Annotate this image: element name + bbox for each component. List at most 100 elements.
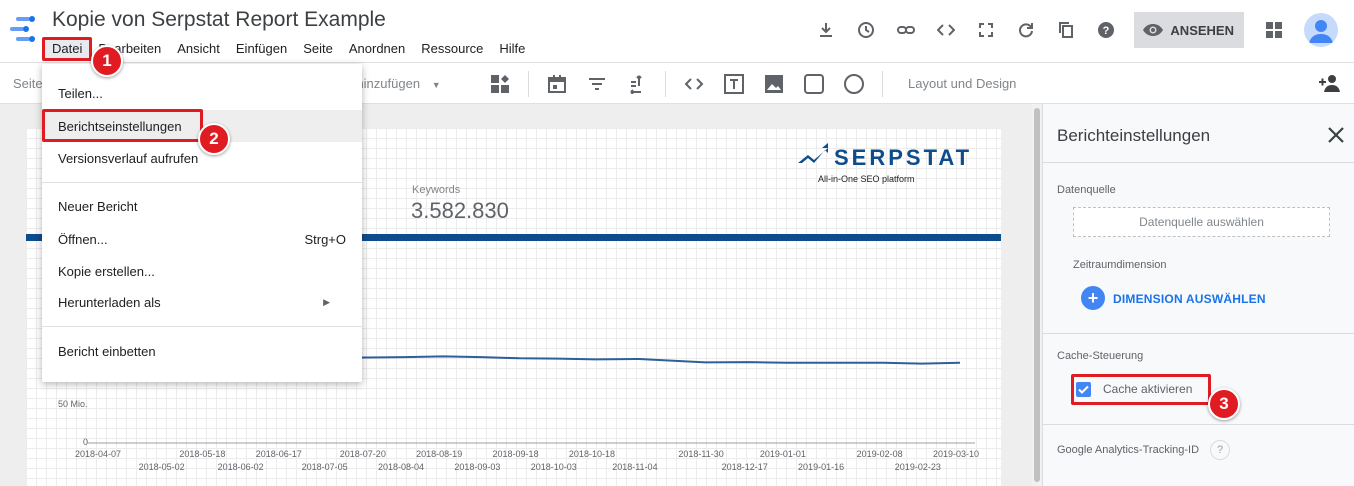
toolbar-divider [665, 71, 666, 97]
y-tick-label: 50 Mio. [58, 399, 88, 409]
keywords-label: Keywords [412, 184, 461, 196]
filter-control-icon[interactable] [577, 69, 617, 99]
x-tick-label: 2018-05-02 [138, 462, 185, 472]
x-tick-label: 2018-11-04 [612, 462, 658, 472]
menu-einfuegen[interactable]: Einfügen [228, 38, 295, 59]
layout-and-design-button[interactable]: Layout und Design [908, 76, 1016, 91]
panel-title: Berichteinstellungen [1057, 126, 1211, 145]
toolbar-divider [528, 71, 529, 97]
menu-ansicht[interactable]: Ansicht [169, 38, 228, 59]
x-tick-label: 2018-08-19 [416, 449, 463, 459]
dropdown-arrow-icon: ▼ [431, 80, 441, 90]
x-tick-label: 2018-07-05 [301, 462, 348, 472]
menu-item-bericht-einbetten[interactable]: Bericht einbetten [42, 335, 362, 367]
x-tick-label: 2018-08-04 [377, 462, 425, 472]
menu-item-teilen[interactable]: Teilen... [42, 77, 362, 109]
select-dimension-button[interactable]: DIMENSION AUSWÄHLEN [1113, 292, 1266, 306]
annotation-badge-2: 2 [198, 123, 230, 155]
menu-item-label: Teilen... [58, 85, 103, 101]
x-tick-label: 2019-01-01 [759, 449, 806, 459]
menu-item-label: Kopie erstellen... [58, 263, 155, 279]
menu-item-label: Öffnen... [58, 231, 108, 247]
menu-ressource[interactable]: Ressource [413, 38, 491, 59]
x-tick-label: 2019-03-10 [933, 449, 980, 459]
annotation-highlight-berichtseinstellungen [42, 109, 203, 142]
menu-item-neuer-bericht[interactable]: Neuer Bericht [42, 190, 362, 222]
menu-hilfe[interactable]: Hilfe [491, 38, 533, 59]
brand-tagline: All-in-One SEO platform [818, 174, 915, 184]
panel-divider [1042, 333, 1354, 334]
x-tick-label: 2019-02-08 [856, 449, 903, 459]
menu-item-shortcut: Strg+O [304, 231, 346, 247]
close-icon[interactable] [1325, 124, 1347, 146]
menu-item-herunterladen[interactable]: Herunterladen als ▶ [42, 286, 362, 318]
add-person-icon[interactable] [1318, 73, 1342, 98]
link-icon[interactable] [886, 12, 926, 48]
x-tick-label: 2018-11-30 [678, 449, 724, 459]
menu-item-oeffnen[interactable]: Öffnen... Strg+O [42, 223, 362, 255]
menu-divider [42, 182, 362, 183]
datasource-select-button[interactable]: Datenquelle auswählen [1073, 207, 1330, 237]
datasource-label: Datenquelle [1057, 184, 1116, 196]
menu-item-label: Herunterladen als [58, 294, 161, 310]
annotation-badge-3: 3 [1208, 388, 1240, 420]
url-embed-icon[interactable] [674, 69, 714, 99]
account-avatar[interactable] [1304, 13, 1338, 47]
view-button[interactable]: ANSEHEN [1134, 12, 1244, 48]
fullscreen-icon[interactable] [966, 12, 1006, 48]
history-icon[interactable] [846, 12, 886, 48]
download-icon[interactable] [806, 12, 846, 48]
text-box-icon[interactable] [714, 69, 754, 99]
header-actions: ? ANSEHEN [806, 12, 1338, 48]
canvas-scrollbar[interactable] [1032, 104, 1042, 486]
x-tick-label: 2018-09-03 [454, 462, 501, 472]
refresh-icon[interactable] [1006, 12, 1046, 48]
page-selector[interactable]: Seite [13, 76, 43, 91]
svg-text:?: ? [1103, 25, 1110, 37]
annotation-highlight-datei [42, 37, 92, 61]
menu-item-label: Bericht einbetten [58, 343, 156, 359]
toolbar-divider [882, 71, 883, 97]
app-header: Kopie von Serpstat Report Example Datei … [0, 0, 1354, 62]
eye-icon [1143, 24, 1164, 36]
menu-anordnen[interactable]: Anordnen [341, 38, 413, 59]
x-tick-label: 2018-05-18 [179, 449, 226, 459]
panel-divider [1042, 424, 1354, 425]
x-tick-label: 2019-02-23 [894, 462, 941, 472]
x-tick-label: 2019-01-16 [798, 462, 845, 472]
annotation-badge-1: 1 [91, 45, 123, 77]
circle-icon[interactable] [834, 69, 874, 99]
help-icon[interactable]: ? [1086, 12, 1126, 48]
menu-item-label: Versionsverlauf aufrufen [58, 150, 199, 166]
annotation-highlight-cache [1071, 374, 1211, 405]
image-icon[interactable] [754, 69, 794, 99]
menu-seite[interactable]: Seite [295, 38, 341, 59]
help-circle-icon[interactable]: ? [1210, 440, 1230, 460]
data-control-icon[interactable] [617, 69, 657, 99]
keywords-value: 3.582.830 [411, 198, 509, 223]
report-title[interactable]: Kopie von Serpstat Report Example [52, 8, 386, 32]
date-range-icon[interactable] [537, 69, 577, 99]
brand-name: SERPSTAT [834, 145, 972, 170]
toolbar-icons [480, 69, 891, 99]
y-tick-label: 0 [83, 437, 89, 447]
date-dimension-label: Zeitraumdimension [1073, 259, 1167, 271]
data-studio-logo-icon [10, 16, 35, 42]
panel-divider [1042, 162, 1354, 163]
menu-item-kopie-erstellen[interactable]: Kopie erstellen... [42, 255, 362, 287]
scrollbar-thumb[interactable] [1034, 108, 1040, 482]
ga-tracking-label: Google Analytics-Tracking-ID [1057, 444, 1200, 456]
x-tick-label: 2018-06-02 [217, 462, 264, 472]
x-tick-label: 2018-07-20 [339, 449, 386, 459]
submenu-arrow-icon: ▶ [323, 296, 330, 307]
apps-grid-icon[interactable] [1254, 12, 1294, 48]
rectangle-icon[interactable] [794, 69, 834, 99]
add-dimension-icon[interactable]: + [1081, 286, 1105, 310]
embed-code-icon[interactable] [926, 12, 966, 48]
x-tick-label: 2018-12-17 [721, 462, 768, 472]
menu-divider [42, 326, 362, 327]
copy-icon[interactable] [1046, 12, 1086, 48]
x-tick-label: 2018-10-18 [568, 449, 615, 459]
menu-item-label: Neuer Bericht [58, 198, 138, 214]
add-chart-icon[interactable] [480, 69, 520, 99]
